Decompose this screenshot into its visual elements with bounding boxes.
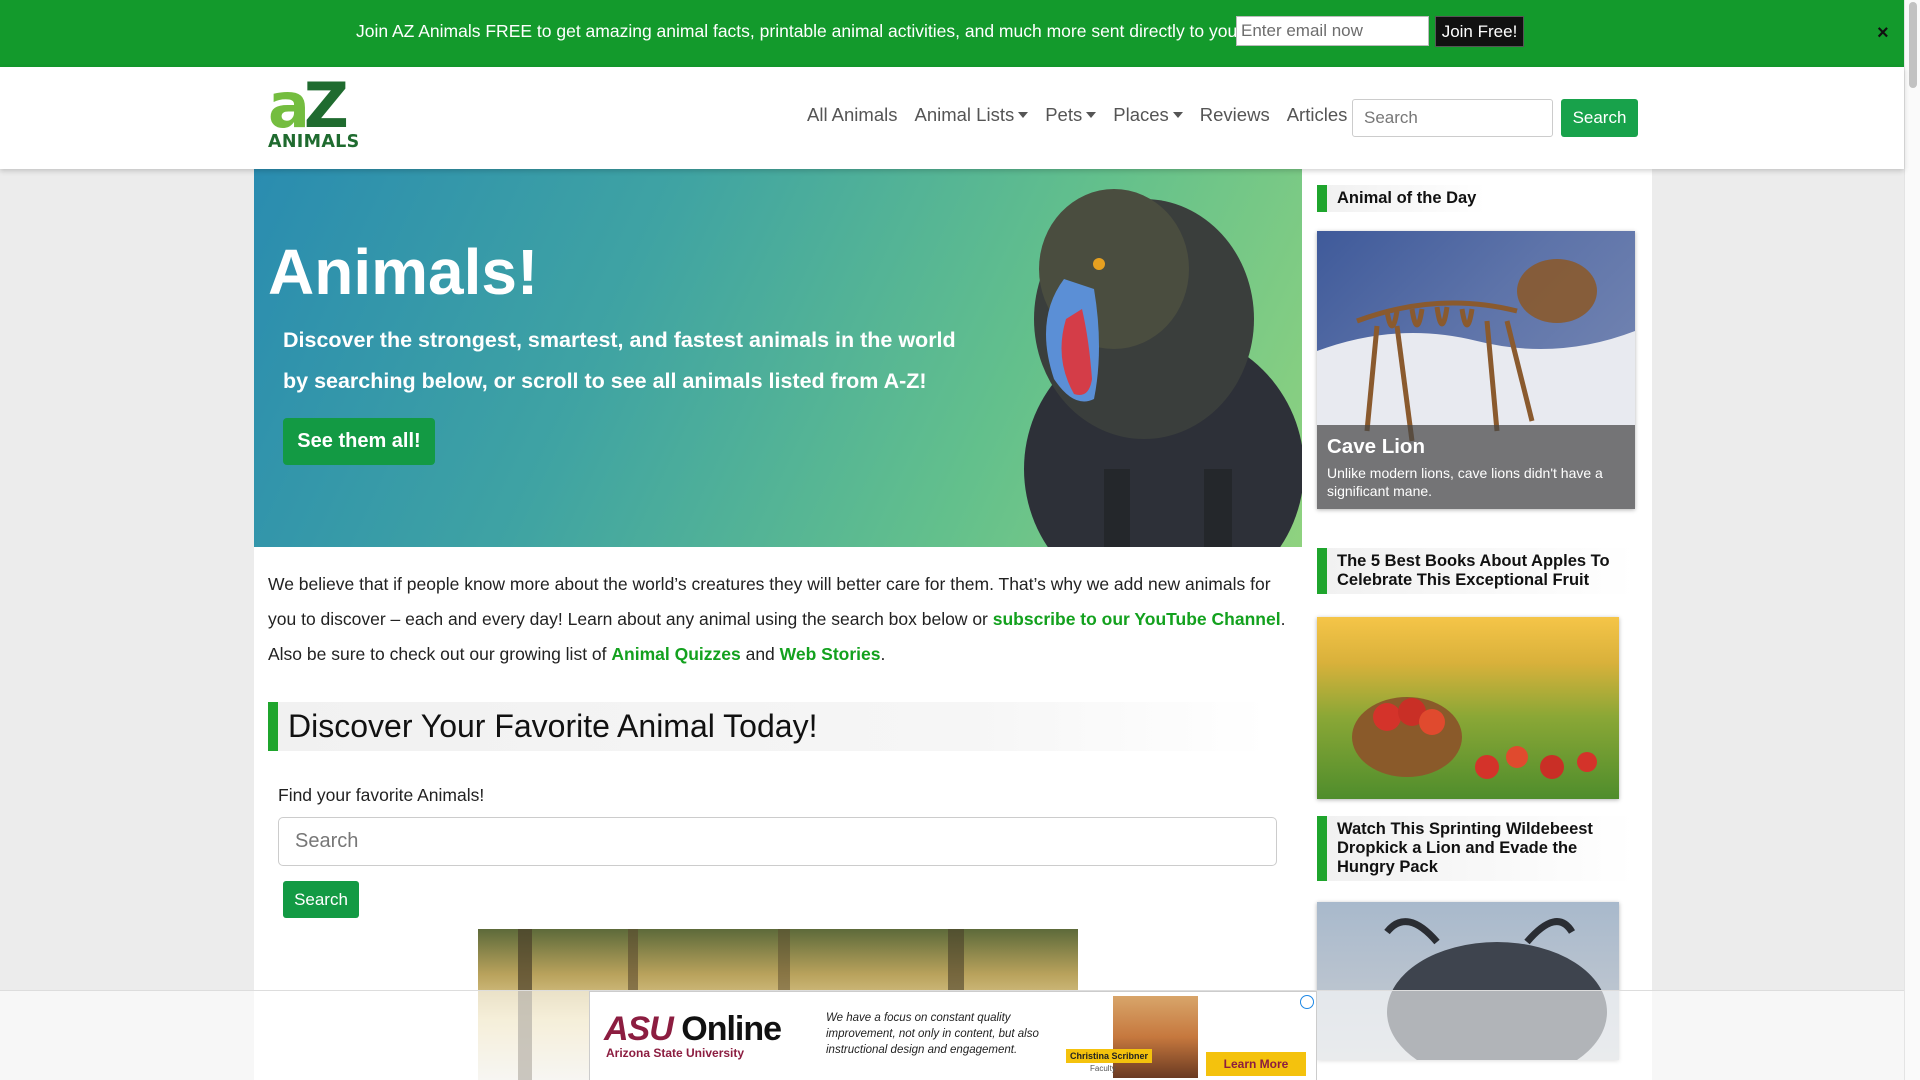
nav-pets[interactable]: Pets — [1045, 104, 1097, 126]
find-animals-label: Find your favorite Animals! — [278, 785, 485, 805]
nav-animal-lists[interactable]: Animal Lists — [914, 104, 1029, 126]
nav-places[interactable]: Places — [1113, 104, 1183, 126]
aotd-description: Unlike modern lions, cave lions didn't h… — [1327, 465, 1603, 499]
mandrill-image — [1024, 189, 1302, 547]
bottom-ad-strip: ASU Online Arizona State University We h… — [0, 990, 1904, 1080]
asu-online-ad[interactable]: ASU Online Arizona State University We h… — [589, 991, 1317, 1080]
caret-down-icon — [1018, 112, 1029, 118]
ad-brand: ASU Online — [604, 1010, 782, 1048]
animal-of-the-day-card[interactable]: Cave Lion Unlike modern lions, cave lion… — [1317, 231, 1635, 509]
ad-person-photo — [1113, 996, 1198, 1078]
hero-subtitle: Discover the strongest, smartest, and fa… — [283, 328, 956, 393]
animal-search-input[interactable] — [278, 817, 1277, 866]
discover-section-heading: Discover Your Favorite Animal Today! — [268, 702, 1268, 751]
apples-basket-image[interactable] — [1317, 617, 1619, 799]
intro-paragraph: We believe that if people know more abou… — [268, 574, 1286, 664]
join-free-button[interactable]: Join Free! — [1435, 16, 1524, 47]
aotd-name: Cave Lion — [1327, 435, 1425, 458]
nav-articles[interactable]: Articles — [1287, 104, 1348, 126]
animal-of-the-day-heading: Animal of the Day — [1317, 185, 1487, 212]
hero-title: Animals! — [268, 236, 539, 308]
nav-reviews[interactable]: Reviews — [1200, 104, 1270, 126]
animal-quizzes-link[interactable]: Animal Quizzes — [611, 644, 740, 664]
youtube-link[interactable]: subscribe to our YouTube Channel — [993, 609, 1281, 629]
article-link-wildebeest[interactable]: Watch This Sprinting Wildebeest Dropkick… — [1317, 816, 1635, 881]
scrollbar-thumb[interactable] — [1909, 2, 1917, 88]
az-animals-logo[interactable]: aZ ANIMALS — [266, 75, 360, 155]
logo-mark: aZ — [268, 69, 349, 142]
main-content: Animals! Discover the strongest, smartes… — [254, 169, 1302, 1080]
sidebar: Animal of the Day Cave Lion Unlike moder… — [1302, 169, 1652, 1080]
nav-all-animals[interactable]: All Animals — [807, 104, 897, 126]
adchoices-icon[interactable] — [1300, 995, 1314, 1009]
main-nav: All Animals Animal Lists Pets Places Rev… — [807, 104, 1364, 126]
see-them-all-button[interactable]: See them all! — [283, 418, 435, 465]
caret-down-icon — [1086, 112, 1097, 118]
site-header: aZ ANIMALS All Animals Animal Lists Pets… — [0, 67, 1904, 169]
discover-heading-text: Discover Your Favorite Animal Today! — [288, 708, 818, 744]
header-search-input[interactable] — [1352, 99, 1553, 137]
close-icon[interactable]: × — [1877, 22, 1889, 45]
caret-down-icon — [1172, 112, 1183, 118]
ad-person-role: Faculty — [1090, 1064, 1116, 1073]
aotd-caption: Cave Lion Unlike modern lions, cave lion… — [1317, 425, 1635, 509]
promo-email-input[interactable] — [1236, 16, 1429, 46]
ad-subtitle: Arizona State University — [606, 1046, 745, 1060]
promo-text: Join AZ Animals FREE to get amazing anim… — [356, 21, 1238, 41]
learn-more-button[interactable]: Learn More — [1206, 1052, 1306, 1076]
hero-banner: Animals! Discover the strongest, smartes… — [254, 169, 1302, 547]
logo-wordmark: ANIMALS — [268, 132, 360, 152]
animal-search-button[interactable]: Search — [283, 881, 359, 918]
page-scrollbar[interactable] — [1904, 0, 1920, 1080]
web-stories-link[interactable]: Web Stories — [780, 644, 881, 664]
article-link-apples[interactable]: The 5 Best Books About Apples To Celebra… — [1317, 548, 1635, 594]
header-search-button[interactable]: Search — [1561, 99, 1638, 137]
ad-person-name: Christina Scribner — [1066, 1049, 1153, 1063]
promo-bar: Join AZ Animals FREE to get amazing anim… — [0, 0, 1904, 67]
ad-quote: We have a focus on constant quality impr… — [826, 1012, 1039, 1056]
